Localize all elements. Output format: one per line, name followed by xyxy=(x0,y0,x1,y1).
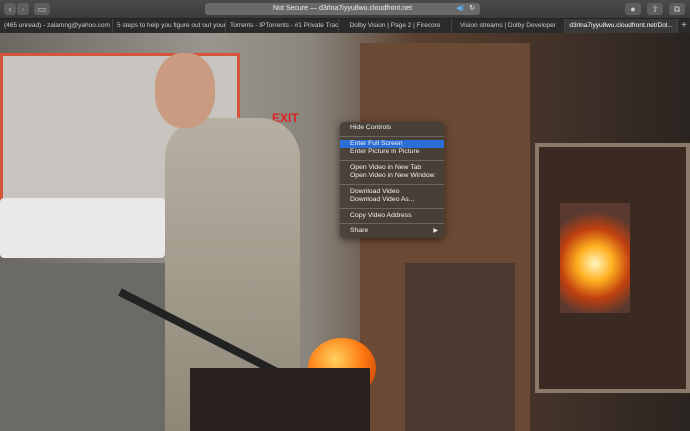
menu-separator xyxy=(340,183,444,185)
menu-item-picture-in-picture[interactable]: Enter Picture in Picture xyxy=(340,148,444,157)
forward-button[interactable]: › xyxy=(17,3,29,15)
bench xyxy=(190,368,370,431)
tab[interactable]: 5 steps to help you figure out out your.… xyxy=(113,19,226,33)
address-bar[interactable]: Not Secure — d3rlna7iyyu8wu.cloudfront.n… xyxy=(205,3,480,15)
menu-item-share[interactable]: Share ▶ xyxy=(340,227,444,236)
person-head xyxy=(155,53,215,128)
menu-separator xyxy=(340,223,444,224)
equipment xyxy=(405,263,515,431)
share-button[interactable]: ⇧ xyxy=(647,3,663,15)
new-tab-button[interactable]: + xyxy=(678,19,690,33)
address-text: Not Secure — d3rlna7iyyu8wu.cloudfront.n… xyxy=(273,5,412,12)
trucks xyxy=(0,198,165,258)
back-button[interactable]: ‹ xyxy=(4,3,16,15)
tab-bar: (465 unread) - zalamng@yahoo.com -... 5 … xyxy=(0,18,690,33)
tab[interactable]: Vision streams | Dolby Developer xyxy=(452,19,565,33)
title-bar: ‹ › ▭ Not Secure — d3rlna7iyyu8wu.cloudf… xyxy=(0,0,690,18)
share-label: Share xyxy=(350,227,369,234)
menu-item-copy-address[interactable]: Copy Video Address xyxy=(340,212,444,221)
submenu-arrow-icon: ▶ xyxy=(433,228,438,234)
tab[interactable]: Dolby Vision | Page 2 | Firecore xyxy=(339,19,452,33)
downloads-button[interactable]: ● xyxy=(625,3,641,15)
menu-item-enter-full-screen[interactable]: Enter Full Screen xyxy=(340,139,444,148)
menu-separator xyxy=(340,207,444,209)
menu-separator xyxy=(340,135,444,137)
menu-item-download-video[interactable]: Download Video xyxy=(340,188,444,197)
furnace-glow xyxy=(560,203,630,313)
menu-separator xyxy=(340,159,444,161)
tabs-overview-button[interactable]: ⧉ xyxy=(669,3,685,15)
menu-item-hide-controls[interactable]: Hide Controls xyxy=(340,124,444,133)
tab[interactable]: Torrents - IPTorrents - #1 Private Trac.… xyxy=(226,19,339,33)
menu-item-open-new-tab[interactable]: Open Video in New Tab xyxy=(340,164,444,173)
menu-item-open-new-window[interactable]: Open Video in New Window xyxy=(340,172,444,181)
tab[interactable]: (465 unread) - zalamng@yahoo.com -... xyxy=(0,19,113,33)
tab-active[interactable]: d3rlna7iyyu8wu.cloudfront.net/Dol... xyxy=(565,19,678,33)
menu-item-download-video-as[interactable]: Download Video As... xyxy=(340,196,444,205)
audio-icon[interactable]: ◀) xyxy=(456,3,464,15)
sidebar-toggle-icon[interactable]: ▭ xyxy=(34,3,50,15)
context-menu: Hide Controls Enter Full Screen Enter Pi… xyxy=(340,122,444,238)
reload-icon[interactable]: ↻ xyxy=(469,3,475,15)
